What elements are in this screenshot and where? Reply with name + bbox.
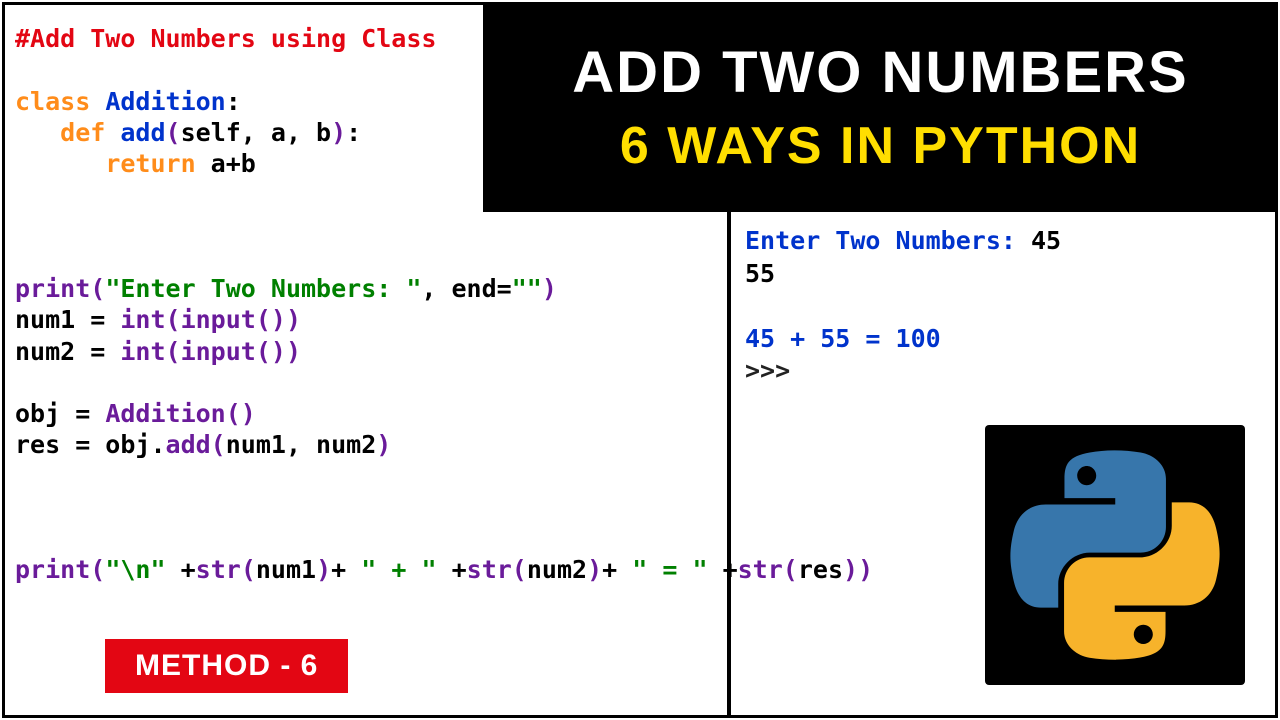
frame: ADD TWO NUMBERS 6 WAYS IN PYTHON #Add Tw… [2, 2, 1278, 718]
code-content: #Add Two Numbers using Class class Addit… [15, 23, 715, 586]
method-badge: METHOD - 6 [105, 639, 348, 693]
python-logo-icon [1010, 450, 1220, 660]
python-logo-box [985, 425, 1245, 685]
output-content: Enter Two Numbers: 45 55 45 + 55 = 100 >… [745, 225, 1265, 388]
code-pane: #Add Two Numbers using Class class Addit… [15, 23, 715, 586]
output-pane: Enter Two Numbers: 45 55 45 + 55 = 100 >… [745, 225, 1265, 388]
code-comment: #Add Two Numbers using Class [15, 24, 436, 53]
